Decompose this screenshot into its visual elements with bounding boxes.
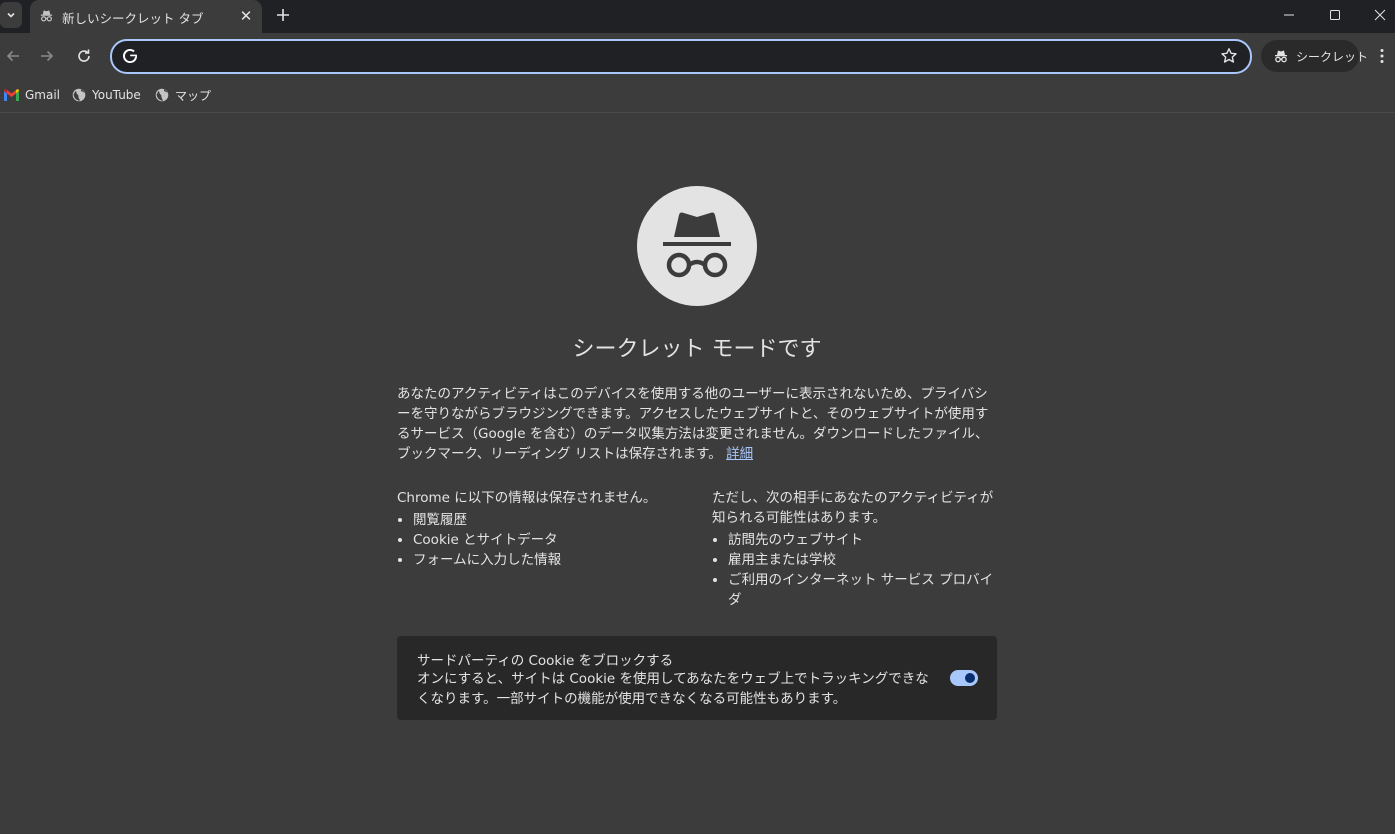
intro-text: あなたのアクティビティはこのデバイスを使用する他のユーザーに表示されないため、プ… bbox=[397, 386, 989, 462]
incognito-icon bbox=[663, 212, 731, 278]
incognito-label: シークレット bbox=[1296, 50, 1369, 64]
reload-icon bbox=[78, 49, 90, 62]
minimize-button[interactable] bbox=[1266, 0, 1312, 30]
forward-arrow-icon bbox=[41, 50, 54, 62]
bookmark-gmail[interactable]: Gmail bbox=[4, 86, 60, 104]
incognito-icon bbox=[1275, 50, 1287, 63]
visible-to-section: ただし、次の相手にあなたのアクティビティが知られる可能性はあります。 訪問先のウ… bbox=[712, 488, 997, 610]
not-saved-section: Chrome に以下の情報は保存されません。 閲覧履歴 Cookie とサイトデ… bbox=[397, 488, 682, 570]
list-item: 雇用主または学校 bbox=[728, 550, 997, 570]
bookmarks-bar: Gmail YouTube マップ bbox=[0, 78, 1395, 113]
incognito-icon bbox=[40, 10, 53, 22]
tab-title: 新しいシークレット タブ bbox=[62, 11, 204, 26]
close-window-button[interactable] bbox=[1357, 0, 1395, 30]
incognito-logo bbox=[637, 186, 757, 306]
page-title: シークレット モードです bbox=[572, 337, 822, 362]
incognito-profile-button[interactable]: シークレット bbox=[1261, 40, 1368, 72]
plus-icon bbox=[277, 9, 289, 21]
bookmark-label: マップ bbox=[175, 88, 212, 103]
globe-icon bbox=[72, 88, 86, 102]
cookie-block-toggle[interactable] bbox=[950, 670, 978, 686]
cookie-description: オンにすると、サイトは Cookie を使用してあなたをウェブ上でトラッキングで… bbox=[417, 671, 929, 707]
reload-button[interactable] bbox=[71, 43, 97, 69]
kebab-menu-icon bbox=[1380, 49, 1384, 63]
incognito-description: あなたのアクティビティはこのデバイスを使用する他のユーザーに表示されないため、プ… bbox=[397, 384, 997, 464]
bookmark-star-icon[interactable] bbox=[1220, 47, 1238, 65]
not-saved-list: 閲覧履歴 Cookie とサイトデータ フォームに入力した情報 bbox=[397, 510, 682, 570]
minimize-icon bbox=[1284, 14, 1294, 16]
bookmark-label: Gmail bbox=[25, 88, 61, 102]
bookmark-youtube[interactable]: YouTube bbox=[72, 86, 141, 104]
tab-strip: 新しいシークレット タブ ✕ bbox=[0, 0, 1395, 33]
tab-search-button[interactable] bbox=[0, 2, 22, 28]
third-party-cookie-card: サードパーティの Cookie をブロックする オンにすると、サイトは Cook… bbox=[397, 636, 997, 720]
maximize-button[interactable] bbox=[1312, 0, 1358, 30]
toolbar: シークレット bbox=[0, 33, 1395, 78]
bookmark-maps[interactable]: マップ bbox=[155, 86, 211, 104]
forward-button[interactable] bbox=[34, 43, 60, 69]
visible-to-list: 訪問先のウェブサイト 雇用主または学校 ご利用のインターネット サービス プロバ… bbox=[712, 530, 997, 610]
menu-button[interactable] bbox=[1370, 43, 1394, 69]
gmail-icon bbox=[4, 89, 19, 101]
omnibox-input[interactable] bbox=[150, 46, 1204, 68]
omnibox[interactable] bbox=[110, 39, 1252, 74]
back-button[interactable] bbox=[0, 43, 26, 69]
learn-more-link[interactable]: 詳細 bbox=[726, 446, 753, 462]
back-arrow-icon bbox=[6, 50, 19, 62]
cookie-title: サードパーティの Cookie をブロックする bbox=[417, 653, 674, 669]
visible-to-title: ただし、次の相手にあなたのアクティビティが知られる可能性はあります。 bbox=[712, 490, 994, 526]
list-item: 訪問先のウェブサイト bbox=[728, 530, 997, 550]
list-item: フォームに入力した情報 bbox=[413, 550, 682, 570]
list-item: 閲覧履歴 bbox=[413, 510, 682, 530]
tab-incognito[interactable]: 新しいシークレット タブ ✕ bbox=[30, 0, 262, 33]
new-tab-button[interactable] bbox=[272, 4, 294, 26]
tab-close-icon[interactable]: ✕ bbox=[238, 8, 254, 24]
google-icon bbox=[123, 49, 137, 63]
not-saved-title: Chrome に以下の情報は保存されません。 bbox=[397, 490, 657, 506]
list-item: Cookie とサイトデータ bbox=[413, 530, 682, 550]
list-item: ご利用のインターネット サービス プロバイダ bbox=[728, 570, 997, 610]
globe-icon bbox=[155, 88, 169, 102]
toggle-knob bbox=[965, 673, 975, 683]
close-icon bbox=[1374, 9, 1386, 21]
chevron-down-icon bbox=[7, 12, 15, 18]
maximize-icon bbox=[1330, 10, 1340, 20]
bookmark-label: YouTube bbox=[92, 88, 141, 102]
